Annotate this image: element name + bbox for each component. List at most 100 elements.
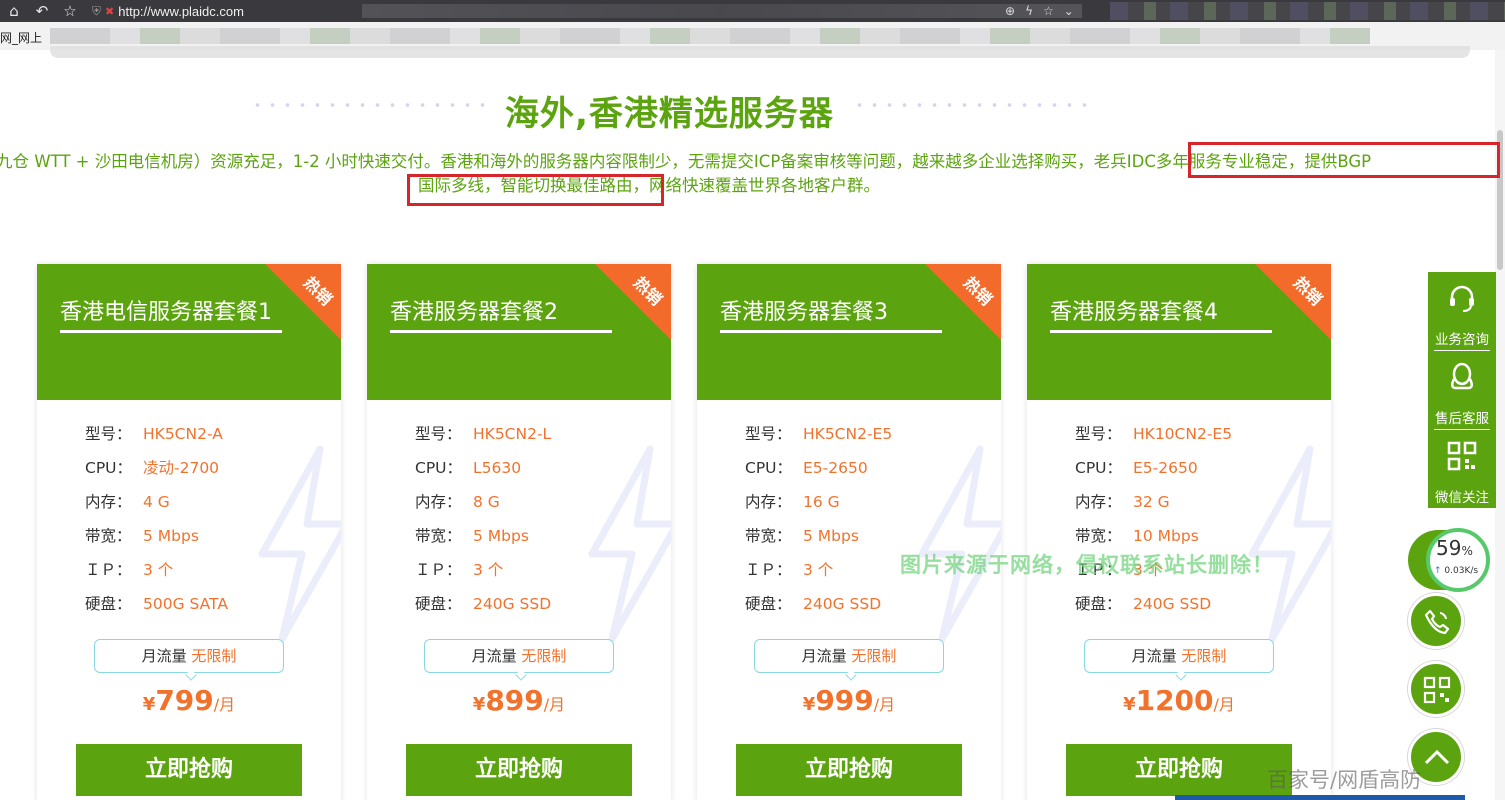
spec-label: CPU： — [745, 459, 793, 477]
spec-ip: ＩＰ： 3 个 — [85, 558, 228, 592]
lightning-icon[interactable]: ϟ — [1025, 4, 1033, 18]
price: ¥1200/月 — [1027, 684, 1331, 717]
card-header: 香港服务器套餐3 热销 — [697, 264, 1001, 400]
price-unit: /月 — [543, 695, 566, 714]
spec-ip: ＩＰ： 3 个 — [415, 558, 551, 592]
spec-value: 16 G — [803, 493, 840, 511]
zoom-icon[interactable]: ⊕ — [1005, 4, 1015, 18]
spec-label: CPU： — [85, 459, 133, 477]
lightning-watermark-icon — [1248, 445, 1331, 643]
spec-memory: 内存： 16 G — [745, 490, 892, 524]
buy-now-button[interactable]: 立即抢购 — [406, 744, 632, 796]
spec-ip: ＩＰ： 3 个 — [745, 558, 892, 592]
spec-label: 型号： — [85, 425, 132, 443]
spec-value: 8 G — [473, 493, 500, 511]
chevron-down-icon[interactable]: ⌄ — [1064, 4, 1074, 18]
spec-label: CPU： — [1075, 459, 1123, 477]
product-card-4: 香港服务器套餐4 热销 型号： HK10CN2-E5 CPU： E5-2650 内存… — [1027, 264, 1331, 800]
traffic-badge-notch — [185, 669, 197, 681]
spec-value: HK5CN2-A — [143, 425, 223, 443]
spec-bandwidth: 带宽： 5 Mbps — [745, 524, 892, 558]
card-title-underline — [720, 330, 942, 333]
traffic-label: 月流量 — [801, 647, 847, 665]
shield-icon: ⛨ — [92, 3, 102, 18]
price: ¥999/月 — [697, 684, 1001, 717]
traffic-value: 无限制 — [191, 647, 237, 665]
card-title: 香港服务器套餐4 — [1050, 300, 1218, 325]
lightning-watermark-icon — [588, 445, 671, 643]
side-service-panel: 业务咨询 售后客服 微信关注 — [1428, 272, 1496, 508]
traffic-label: 月流量 — [471, 647, 517, 665]
url-blurred-region — [362, 4, 1082, 18]
speed-percent: 59% — [1436, 536, 1473, 560]
spec-value: 240G SSD — [1133, 595, 1212, 613]
spec-value: 3 个 — [473, 561, 504, 579]
qq-penguin-icon — [1451, 362, 1473, 390]
currency-symbol: ¥ — [142, 694, 156, 715]
spec-model: 型号： HK5CN2-E5 — [745, 422, 892, 456]
product-card-2: 香港服务器套餐2 热销 型号： HK5CN2-L CPU： L5630 内存： 8 G… — [367, 264, 671, 800]
spec-value: E5-2650 — [1133, 459, 1198, 477]
favorite-icon[interactable]: ☆ — [1043, 4, 1054, 18]
network-speed-widget[interactable]: 59% ↑ 0.03K/s — [1408, 528, 1490, 592]
title-dots-right — [852, 102, 1092, 108]
spec-label: 型号： — [1075, 425, 1122, 443]
price-amount: 1200 — [1135, 684, 1214, 717]
currency-symbol: ¥ — [802, 694, 816, 715]
hot-ribbon: 热销 — [265, 264, 341, 340]
traffic-badge: 月流量 无限制 — [1084, 639, 1274, 681]
home-icon[interactable]: ⌂ — [0, 0, 28, 22]
card-title-underline — [390, 330, 612, 333]
spec-memory: 内存： 32 G — [1075, 490, 1232, 524]
phone-button[interactable] — [1408, 593, 1464, 649]
traffic-badge: 月流量 无限制 — [94, 639, 284, 681]
page-top-shadow — [50, 46, 1470, 58]
price-unit: /月 — [1213, 695, 1235, 714]
buy-now-button[interactable]: 立即抢购 — [736, 744, 962, 796]
url-text[interactable]: http://www.plaidc.com — [118, 4, 244, 19]
side-item-support[interactable]: 售后客服 — [1428, 351, 1496, 429]
address-bar[interactable]: ⛨ ✖ http://www.plaidc.com — [92, 0, 1092, 22]
lightning-watermark-icon — [918, 445, 1001, 643]
highlight-box-2 — [407, 174, 664, 206]
spec-value: 32 G — [1133, 493, 1170, 511]
spec-disk: 硬盘： 240G SSD — [745, 592, 892, 626]
spec-disk: 硬盘： 240G SSD — [1075, 592, 1232, 626]
hot-ribbon: 热销 — [1255, 264, 1331, 340]
card-title-underline — [1050, 330, 1272, 333]
traffic-value: 无限制 — [521, 647, 567, 665]
card-title: 香港服务器套餐3 — [720, 300, 888, 325]
side-item-consult[interactable]: 业务咨询 — [1428, 272, 1496, 350]
spec-label: 硬盘： — [1075, 595, 1122, 613]
bookmark-item[interactable]: 网_网上 — [0, 29, 42, 46]
side-item-wechat[interactable]: 微信关注 — [1428, 430, 1496, 508]
spec-label: 内存： — [85, 493, 132, 511]
qr-code-button[interactable] — [1408, 661, 1464, 717]
spec-model: 型号： HK10CN2-E5 — [1075, 422, 1232, 456]
buy-now-button[interactable]: 立即抢购 — [1066, 744, 1292, 796]
highlight-box-1 — [1188, 142, 1500, 178]
spec-label: 硬盘： — [745, 595, 792, 613]
undo-icon[interactable]: ↶ — [28, 0, 56, 22]
headset-icon — [1450, 285, 1474, 312]
traffic-badge-notch — [845, 669, 857, 681]
traffic-badge-notch — [515, 669, 527, 681]
spec-value: 4 G — [143, 493, 170, 511]
side-item-label: 业务咨询 — [1435, 332, 1489, 348]
spec-label: 带宽： — [415, 527, 462, 545]
traffic-badge: 月流量 无限制 — [424, 639, 614, 681]
spec-label: 硬盘： — [415, 595, 462, 613]
price-amount: 999 — [815, 684, 874, 717]
star-icon[interactable]: ☆ — [56, 0, 84, 22]
spec-list: 型号： HK5CN2-L CPU： L5630 内存： 8 G 带宽： 5 Mbps Ｉ… — [415, 422, 551, 626]
spec-value: 240G SSD — [473, 595, 552, 613]
card-title: 香港服务器套餐2 — [390, 300, 558, 325]
bottom-blue-strip — [1175, 795, 1465, 800]
insecure-icon: ✖ — [105, 4, 115, 18]
spec-value: 5 Mbps — [473, 527, 529, 545]
spec-label: 内存： — [1075, 493, 1122, 511]
traffic-badge: 月流量 无限制 — [754, 639, 944, 681]
buy-now-button[interactable]: 立即抢购 — [76, 744, 302, 796]
spec-value: 240G SSD — [803, 595, 882, 613]
spec-label: 硬盘： — [85, 595, 132, 613]
